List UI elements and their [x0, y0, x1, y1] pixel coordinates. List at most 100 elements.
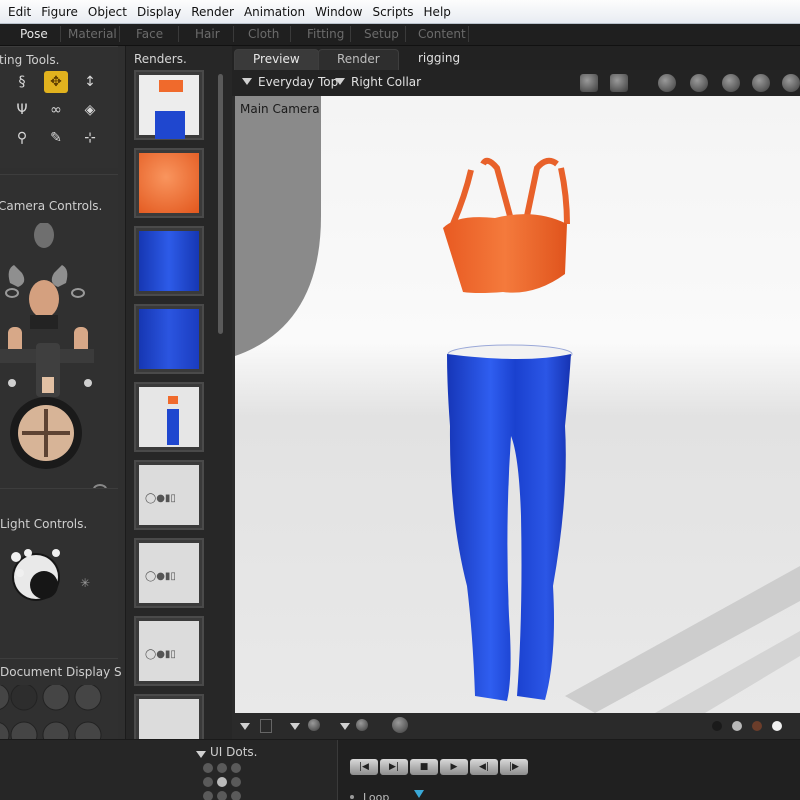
render-thumbnail[interactable] [134, 70, 204, 140]
editing-tools-title: ting Tools. [0, 53, 60, 67]
shading-sphere-icon[interactable] [308, 719, 320, 731]
room-tab-face[interactable]: Face [136, 27, 163, 41]
menu-scripts[interactable]: Scripts [372, 5, 413, 19]
room-tab-setup[interactable]: Setup [364, 27, 399, 41]
menu-help[interactable]: Help [424, 5, 451, 19]
blue-jeans-model [447, 344, 573, 701]
actor-select[interactable]: Right Collar [335, 75, 421, 89]
shading-dropdown[interactable] [290, 720, 306, 734]
room-tab-fitting[interactable]: Fitting [307, 27, 344, 41]
menu-edit[interactable]: Edit [8, 5, 31, 19]
color-dot-gray[interactable] [732, 721, 742, 731]
camera-controls-title: Camera Controls. [0, 199, 103, 213]
step-forward-button[interactable]: |▶ [500, 759, 528, 775]
document-display-title: Document Display S [0, 665, 122, 679]
ui-dots-grid[interactable] [200, 762, 250, 800]
scale-tool-icon[interactable]: Ψ [10, 99, 34, 121]
room-tab-pose[interactable]: Pose [20, 27, 48, 41]
room-tab-divider [233, 26, 234, 42]
renders-scrollbar[interactable] [218, 74, 223, 334]
room-tab-content[interactable]: Content [418, 27, 466, 41]
floor-shadow [565, 566, 800, 713]
menu-object[interactable]: Object [88, 5, 127, 19]
light-controls-widget[interactable]: ✳ [4, 547, 114, 617]
stop-button[interactable]: ■ [410, 759, 438, 775]
editing-tools-panel: ting Tools. § ✥ ↕ Ψ ∞ ◈ ⚲ ✎ ⊹ [0, 46, 118, 168]
dropdown-arrow-icon [340, 723, 350, 730]
chain-tool-icon[interactable]: ∞ [44, 99, 68, 121]
room-tab-divider [178, 26, 179, 42]
render-thumbnail[interactable] [134, 226, 204, 296]
menu-display[interactable]: Display [137, 5, 181, 19]
main-viewport[interactable]: Main Camera [235, 96, 800, 713]
rotate-view-icon[interactable] [690, 74, 708, 92]
actor-select-value: Right Collar [351, 75, 422, 89]
render-thumbnail[interactable]: ◯●▮▯ [134, 616, 204, 686]
empty-render-thumb: ◯●▮▯ [139, 465, 199, 525]
viewport-tabs: Preview Render rigging [232, 46, 800, 70]
shadow-toggle-icon[interactable] [260, 719, 272, 733]
step-back-button[interactable]: ◀| [470, 759, 498, 775]
translate-y-tool-icon[interactable]: ↕ [78, 71, 102, 93]
loop-toggle[interactable] [350, 795, 354, 799]
color-dot-brown[interactable] [752, 721, 762, 731]
magnify-tool-icon[interactable]: ⚲ [10, 127, 34, 149]
multi-sphere-icon[interactable] [392, 717, 408, 733]
render-style-icon[interactable] [356, 719, 368, 731]
orange-top-model [443, 157, 570, 293]
tab-rigging[interactable]: rigging [400, 49, 478, 70]
room-tab-divider [350, 26, 351, 42]
menu-bar: Edit Figure Object Display Render Animat… [0, 0, 800, 24]
dropdown-arrow-icon [240, 723, 250, 730]
color-dot-black[interactable] [712, 721, 722, 731]
room-tab-cloth[interactable]: Cloth [248, 27, 279, 41]
direct-manipulation-icon[interactable]: ⊹ [78, 127, 102, 149]
timeline-scrubber[interactable] [414, 790, 424, 798]
render-thumbnail[interactable] [134, 304, 204, 374]
left-panel: ting Tools. § ✥ ↕ Ψ ∞ ◈ ⚲ ✎ ⊹ Camera Con… [0, 46, 125, 800]
tab-preview[interactable]: Preview [234, 49, 319, 70]
left-hand-camera-icon [8, 265, 25, 287]
viewport-sphere-icon[interactable] [658, 74, 676, 92]
camera-controls-widget[interactable] [0, 223, 118, 513]
room-tabs: Pose Material Face Hair Cloth Fitting Se… [0, 24, 800, 46]
room-tab-material[interactable]: Material [68, 27, 117, 41]
renders-panel: Renders. ◯●▮▯ ◯●▮▯ ◯●▮▯ [125, 46, 232, 800]
jeans-closeup-thumb [139, 231, 199, 291]
menu-window[interactable]: Window [315, 5, 362, 19]
dual-camera-icon[interactable] [610, 74, 628, 92]
render-thumbnail[interactable] [134, 382, 204, 452]
render-thumbnail[interactable]: ◯●▮▯ [134, 460, 204, 530]
camera-view-icon[interactable] [580, 74, 598, 92]
tab-render[interactable]: Render [318, 49, 399, 70]
twist-tool-icon[interactable]: § [10, 71, 34, 93]
color-dot-white[interactable] [772, 721, 782, 731]
menu-render[interactable]: Render [191, 5, 234, 19]
layout-dropdown[interactable] [240, 720, 256, 734]
play-button[interactable]: ▶ [440, 759, 468, 775]
color-tool-icon[interactable]: ◈ [78, 99, 102, 121]
bottom-bar: UI Dots. |◀ ▶| ■ ▶ ◀| |▶ Loop [0, 739, 800, 800]
move-xy-icon[interactable] [752, 74, 770, 92]
render-thumbnail[interactable]: ◯●▮▯ [134, 538, 204, 608]
menu-figure[interactable]: Figure [41, 5, 78, 19]
render-thumbnail[interactable] [134, 148, 204, 218]
move-xz-icon[interactable] [782, 74, 800, 92]
last-frame-button[interactable]: ▶| [380, 759, 408, 775]
room-tab-hair[interactable]: Hair [195, 27, 220, 41]
first-frame-button[interactable]: |◀ [350, 759, 378, 775]
ring-view-icon[interactable] [722, 74, 740, 92]
render-style-dropdown[interactable] [340, 720, 356, 734]
room-tab-divider [468, 26, 469, 42]
viewport-bottom-bar [232, 713, 800, 739]
view-magnifier-icon[interactable]: ✎ [44, 127, 68, 149]
full-outfit-small-thumb [139, 387, 199, 447]
room-tab-divider [60, 26, 61, 42]
room-tab-divider [119, 26, 120, 42]
renders-title: Renders. [134, 52, 187, 66]
viewport-toolbar: Everyday Top Right Collar [232, 70, 800, 96]
figure-select[interactable]: Everyday Top [242, 75, 338, 89]
translate-tool-icon[interactable]: ✥ [44, 71, 68, 93]
scene-render [235, 96, 800, 713]
menu-animation[interactable]: Animation [244, 5, 305, 19]
